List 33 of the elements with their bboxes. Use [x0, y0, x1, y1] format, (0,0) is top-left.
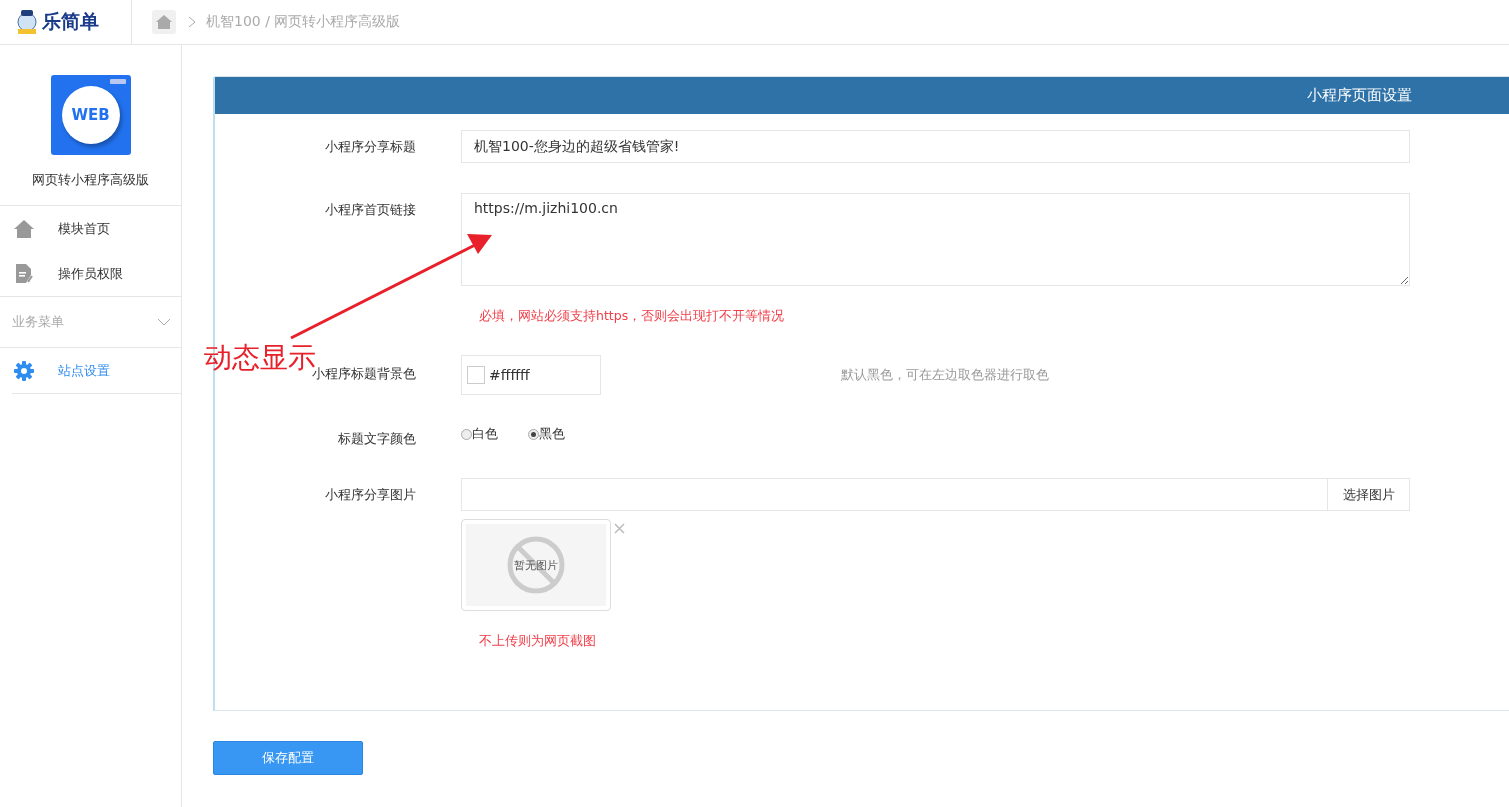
text-input[interactable]: 机智100-您身边的超级省钱管家! [461, 130, 1410, 163]
choose-image-button[interactable]: 选择图片 [1328, 478, 1410, 511]
panel-title: 小程序页面设置 [1307, 86, 1412, 105]
field-label: 小程序分享图片 [325, 487, 416, 502]
chevron-icon [188, 16, 196, 28]
radio-option[interactable]: 白色 [461, 425, 498, 443]
no-image-icon [506, 535, 566, 595]
sidebar-item[interactable]: 操作员权限 [0, 251, 181, 296]
logo-text[interactable]: 乐简单 [42, 9, 99, 35]
sidebar-item[interactable]: 模块首页 [0, 206, 181, 251]
text-area[interactable]: https://m.jizhi100.cn [461, 193, 1410, 286]
radio-option[interactable]: 黑色 [528, 425, 565, 443]
document-icon [14, 263, 34, 284]
chevron-icon [157, 318, 171, 326]
hint-text: 默认黑色，可在左边取色器进行取色 [841, 366, 1049, 384]
field-label: 标题文字颜色 [338, 431, 416, 446]
color-input[interactable]: #ffffff [461, 355, 601, 395]
empty-image-text: 暂无图片 [514, 557, 558, 573]
close-icon[interactable] [614, 523, 625, 534]
app-icon-label: WEB [71, 106, 110, 124]
field-label: 小程序首页链接 [325, 202, 416, 217]
sidebar-item[interactable]: 站点设置 [12, 348, 181, 393]
app-icon[interactable]: WEB [50, 75, 131, 155]
note-text: 必填，网站必须支持https，否则会出现打不开等情况 [478, 307, 786, 325]
image-path-input[interactable] [461, 478, 1328, 511]
field-label: 小程序分享标题 [325, 139, 416, 154]
house-icon [14, 219, 34, 238]
settings-icon [14, 360, 34, 381]
note-text: 不上传则为网页截图 [478, 632, 597, 650]
mascot-logo-icon [14, 8, 40, 36]
app-name: 网页转小程序高级版 [32, 171, 149, 189]
small-logo-icon [109, 79, 126, 84]
home-icon[interactable] [152, 10, 176, 34]
